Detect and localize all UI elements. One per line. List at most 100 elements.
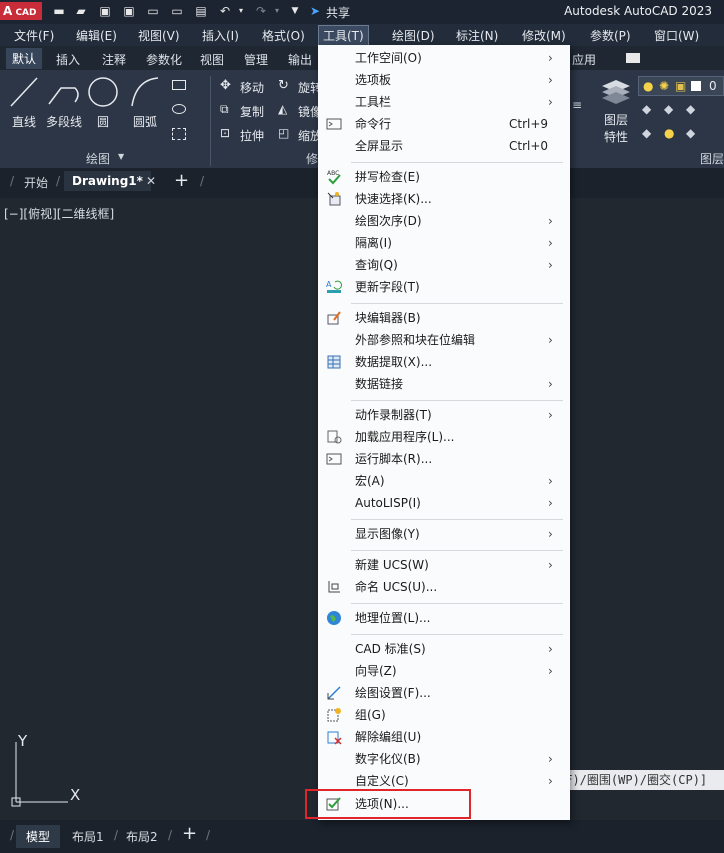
menu-item-load-application[interactable]: 加载应用程序(L)... [318,426,570,448]
menu-item-isolate[interactable]: 隔离(I) › [318,232,570,254]
menu-file[interactable]: 文件(F) [14,27,54,44]
close-tab-icon[interactable]: ✕ [146,174,156,188]
menu-item-wizards[interactable]: 向导(Z) › [318,660,570,682]
layer-properties-tool[interactable]: 图层 特性 [598,76,634,145]
menu-parametric[interactable]: 参数(P) [590,27,631,44]
ribbon-toggle-icon[interactable] [626,53,640,63]
new-file-icon[interactable]: ▬ [52,4,66,18]
move-icon: ✥ [220,78,231,93]
draw-panel-expand-icon[interactable]: ▼ [118,152,124,161]
line-tool[interactable]: 直线 [6,74,42,130]
layer-tool-icon-4[interactable]: ◆ [642,126,651,140]
layer-tool-icon-2[interactable]: ◆ [664,102,673,116]
move-tool[interactable]: 移动 [240,79,264,96]
layer-tool-icon-6[interactable]: ◆ [686,126,695,140]
ellipse-icon[interactable] [172,104,186,114]
menu-item-xref-edit[interactable]: 外部参照和块在位编辑 › [318,329,570,351]
menu-item-fullscreen[interactable]: 全屏显示 Ctrl+0 [318,135,570,157]
layer-tool-icon-3[interactable]: ◆ [686,102,695,116]
menu-item-data-links[interactable]: 数据链接 › [318,373,570,395]
share-icon[interactable]: ➤ [308,4,322,18]
menu-item-group[interactable]: 组(G) [318,704,570,726]
menu-item-inquiry[interactable]: 查询(Q) › [318,254,570,276]
menu-item-ungroup[interactable]: 解除编组(U) [318,726,570,748]
menu-tools[interactable]: 工具(T) [318,25,369,46]
share-button[interactable]: 共享 [326,4,350,21]
copy-tool[interactable]: 复制 [240,103,264,120]
menu-item-data-extraction[interactable]: 数据提取(X)... [318,351,570,373]
menu-item-run-script[interactable]: 运行脚本(R)... [318,448,570,470]
hatch-icon[interactable] [172,128,186,140]
polyline-tool[interactable]: 多段线 [44,74,84,130]
menu-item-macro[interactable]: 宏(A) › [318,470,570,492]
plot-icon[interactable]: ▤ [194,4,208,18]
layout2-tab[interactable]: 布局2 [126,828,158,845]
command-line-icon [326,118,342,130]
redo-icon[interactable]: ↷ [254,4,268,18]
menu-item-new-ucs[interactable]: 新建 UCS(W) › [318,554,570,576]
menu-item-palettes[interactable]: 选项板 › [318,69,570,91]
layer-dropdown[interactable]: ● ✺ ▣ 0 [638,76,724,96]
menu-item-command-line[interactable]: 命令行 Ctrl+9 [318,113,570,135]
menu-dimension[interactable]: 标注(N) [456,27,498,44]
menu-item-geolocation[interactable]: 地理位置(L)... [318,607,570,629]
menu-item-drafting-settings[interactable]: 绘图设置(F)... [318,682,570,704]
undo-icon[interactable]: ↶ [218,4,232,18]
tab-insert[interactable]: 插入 [56,51,80,68]
menu-format[interactable]: 格式(O) [262,27,305,44]
menu-item-update-field[interactable]: A 更新字段(T) [318,276,570,298]
undo-dropdown-icon[interactable]: ▾ [234,4,248,18]
menu-insert[interactable]: 插入(I) [202,27,239,44]
layer-tool-icon-5[interactable]: ● [664,126,674,140]
menu-draw[interactable]: 绘图(D) [392,27,435,44]
menu-item-draw-order[interactable]: 绘图次序(D) › [318,210,570,232]
layout1-tab[interactable]: 布局1 [72,828,104,845]
menu-item-toolbars[interactable]: 工具栏 › [318,91,570,113]
drawing-tab[interactable]: Drawing1* [64,171,151,191]
start-tab[interactable]: 开始 [24,174,48,191]
menu-item-display-image[interactable]: 显示图像(Y) › [318,523,570,545]
open-file-icon[interactable]: ▰ [74,4,88,18]
menu-edit[interactable]: 编辑(E) [76,27,117,44]
rectangle-icon[interactable] [172,80,186,90]
menu-item-named-ucs[interactable]: 命名 UCS(U)... [318,576,570,598]
customize-quick-access-icon[interactable]: ▼ [288,4,302,18]
stretch-tool[interactable]: 拉伸 [240,127,264,144]
submenu-arrow-icon: › [548,408,553,422]
layer-tool-icon-1[interactable]: ◆ [642,102,651,116]
open-web-icon[interactable]: ▭ [146,4,160,18]
modify-panel-label[interactable]: 修 [306,150,318,167]
tab-view[interactable]: 视图 [200,51,224,68]
menu-window[interactable]: 窗口(W) [654,27,699,44]
new-tab-icon[interactable]: + [174,170,189,191]
tab-manage[interactable]: 管理 [244,51,268,68]
menu-view[interactable]: 视图(V) [138,27,180,44]
menu-item-action-recorder[interactable]: 动作录制器(T) › [318,404,570,426]
menu-item-autolisp[interactable]: AutoLISP(I) › [318,492,570,514]
save-icon[interactable]: ▣ [98,4,112,18]
draw-panel-label[interactable]: 绘图 [86,150,110,167]
menu-item-tablet[interactable]: 数字化仪(B) › [318,748,570,770]
tab-output[interactable]: 输出 [288,51,312,68]
model-tab[interactable]: 模型 [16,825,61,848]
tab-annotate[interactable]: 注释 [102,51,126,68]
menu-item-cad-standards[interactable]: CAD 标准(S) › [318,638,570,660]
redo-dropdown-icon[interactable]: ▾ [270,4,284,18]
layer-panel-label[interactable]: 图层 [700,150,724,167]
menu-modify[interactable]: 修改(M) [522,27,566,44]
command-line[interactable]: (F)/圈围(WP)/圈交(CP)] [556,770,724,790]
menu-item-spell-check[interactable]: ABC 拼写检查(E) [318,166,570,188]
circle-tool[interactable]: 圆 [86,74,120,130]
viewport-controls[interactable]: [−][俯视][二维线框] [4,205,114,222]
save-web-icon[interactable]: ▭ [170,4,184,18]
autocad-logo[interactable]: A CAD [0,2,42,20]
menu-item-quick-select[interactable]: 快速选择(K)... [318,188,570,210]
tab-parametric[interactable]: 参数化 [146,51,182,68]
menu-item-block-editor[interactable]: 块编辑器(B) [318,307,570,329]
menu-item-workspaces[interactable]: 工作空间(O) › [318,47,570,69]
tab-apps[interactable]: 应用 [572,51,596,68]
arc-tool[interactable]: 圆弧 [128,74,162,130]
save-as-icon[interactable]: ▣ [122,4,136,18]
add-layout-icon[interactable]: + [182,823,197,844]
tab-home[interactable]: 默认 [6,48,43,69]
